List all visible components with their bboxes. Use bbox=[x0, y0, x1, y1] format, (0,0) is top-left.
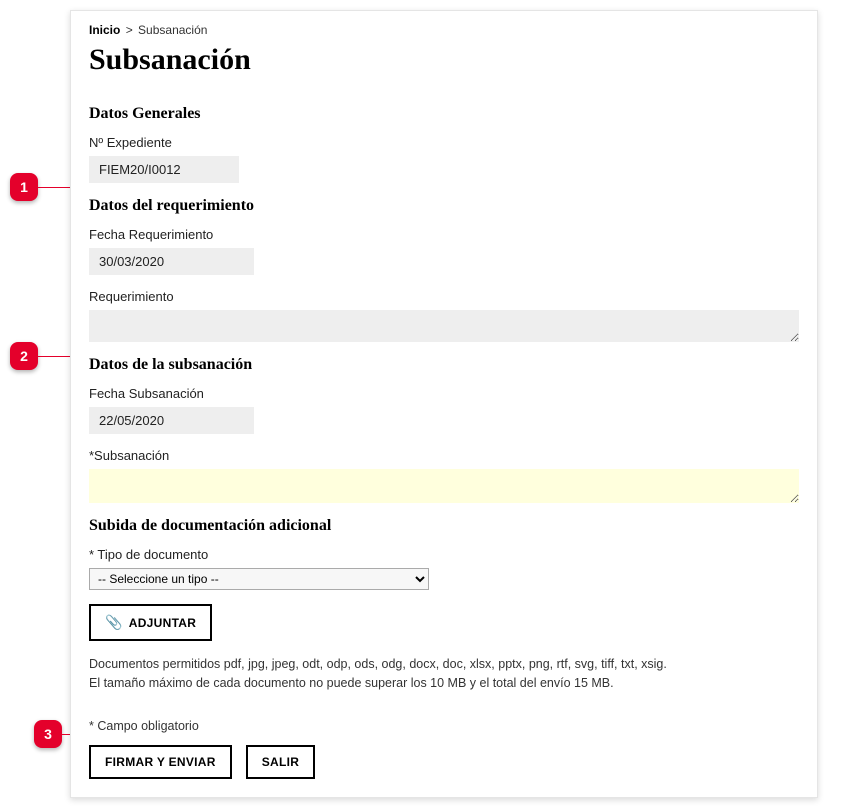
section-heading-general: Datos Generales bbox=[89, 105, 799, 123]
expediente-label: Nº Expediente bbox=[89, 135, 799, 150]
breadcrumb: Inicio > Subsanación bbox=[89, 23, 799, 37]
subsanacion-label: *Subsanación bbox=[89, 448, 799, 463]
breadcrumb-home[interactable]: Inicio bbox=[89, 23, 120, 37]
annotation-marker-3: 3 bbox=[34, 720, 62, 748]
annotation-marker-1: 1 bbox=[10, 173, 38, 201]
form-card: Inicio > Subsanación Subsanación Datos G… bbox=[70, 10, 818, 798]
section-heading-requerimiento: Datos del requerimiento bbox=[89, 197, 799, 215]
section-heading-subsanacion: Datos de la subsanación bbox=[89, 356, 799, 374]
page-title: Subsanación bbox=[89, 43, 799, 77]
fecha-requerimiento-value: 30/03/2020 bbox=[89, 248, 254, 275]
adjuntar-button[interactable]: 📎 ADJUNTAR bbox=[89, 604, 212, 641]
adjuntar-button-label: ADJUNTAR bbox=[129, 616, 197, 630]
salir-button[interactable]: SALIR bbox=[246, 745, 316, 779]
docs-help-line1: Documentos permitidos pdf, jpg, jpeg, od… bbox=[89, 655, 799, 674]
firmar-enviar-button[interactable]: FIRMAR Y ENVIAR bbox=[89, 745, 232, 779]
paperclip-icon: 📎 bbox=[105, 614, 123, 631]
fecha-requerimiento-label: Fecha Requerimiento bbox=[89, 227, 799, 242]
subsanacion-textarea[interactable] bbox=[89, 469, 799, 503]
fecha-subsanacion-value: 22/05/2020 bbox=[89, 407, 254, 434]
tipo-documento-label: * Tipo de documento bbox=[89, 547, 799, 562]
mandatory-note: * Campo obligatorio bbox=[89, 719, 799, 733]
section-heading-docs: Subida de documentación adicional bbox=[89, 517, 799, 535]
annotation-marker-2: 2 bbox=[10, 342, 38, 370]
docs-help-line2: El tamaño máximo de cada documento no pu… bbox=[89, 674, 799, 693]
breadcrumb-current: Subsanación bbox=[138, 23, 207, 37]
requerimiento-textarea bbox=[89, 310, 799, 342]
tipo-documento-select[interactable]: -- Seleccione un tipo -- bbox=[89, 568, 429, 590]
fecha-subsanacion-label: Fecha Subsanación bbox=[89, 386, 799, 401]
expediente-value: FIEM20/I0012 bbox=[89, 156, 239, 183]
breadcrumb-separator: > bbox=[126, 23, 133, 37]
requerimiento-label: Requerimiento bbox=[89, 289, 799, 304]
form-actions: FIRMAR Y ENVIAR SALIR bbox=[89, 745, 799, 779]
docs-help-text: Documentos permitidos pdf, jpg, jpeg, od… bbox=[89, 655, 799, 693]
